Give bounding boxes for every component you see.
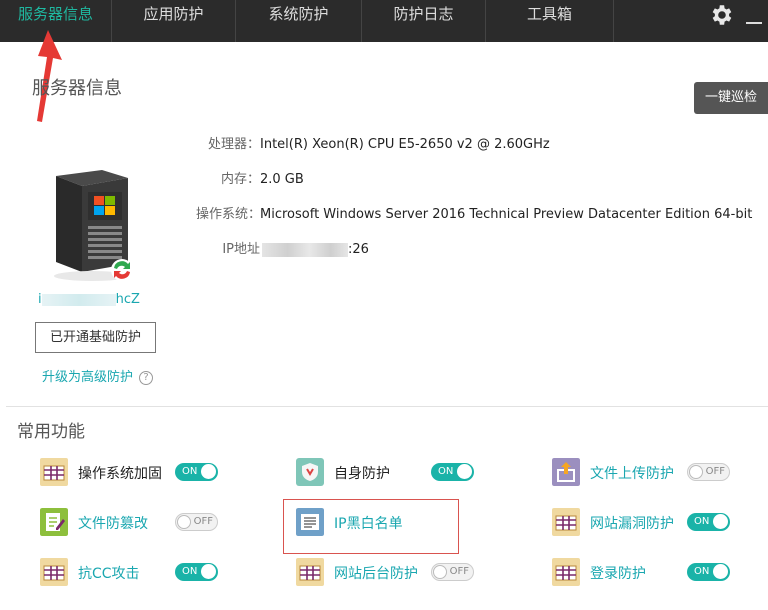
feature-label: 文件防篡改 bbox=[78, 516, 148, 532]
tab-system-protection[interactable]: 系统防护 bbox=[236, 0, 362, 42]
tab-protection-log[interactable]: 防护日志 bbox=[362, 0, 486, 42]
os-row: 操作系统：Microsoft Windows Server 2016 Techn… bbox=[196, 203, 752, 222]
feature-label: 自身防护 bbox=[334, 466, 390, 482]
feature-anti-cc: 抗CC攻击 ON bbox=[40, 558, 230, 588]
one-click-patrol-button[interactable]: 一键巡检 bbox=[694, 82, 768, 114]
feature-file-upload-protection: 文件上传防护 OFF bbox=[552, 458, 742, 488]
ip-label: IP地址 bbox=[222, 242, 260, 257]
login-protection-toggle[interactable]: ON bbox=[687, 563, 730, 581]
cpu-row: 处理器：Intel(R) Xeon(R) CPU E5-2650 v2 @ 2.… bbox=[200, 133, 550, 152]
help-icon[interactable]: ? bbox=[139, 370, 154, 385]
feature-label: 登录防护 bbox=[590, 566, 646, 582]
anti-cc-toggle[interactable]: ON bbox=[175, 563, 218, 581]
host-redacted bbox=[41, 293, 116, 306]
memory-value: 2.0 GB bbox=[260, 172, 304, 187]
cpu-label: 处理器： bbox=[207, 137, 260, 152]
firewall-icon bbox=[552, 508, 580, 536]
memory-row: 内存：2.0 GB bbox=[200, 168, 304, 187]
os-hardening-toggle[interactable]: ON bbox=[175, 463, 218, 481]
shield-grid-icon bbox=[40, 458, 68, 486]
file-edit-icon bbox=[40, 508, 68, 536]
self-protect-icon bbox=[296, 458, 324, 486]
firewall-icon bbox=[552, 558, 580, 586]
cpu-value: Intel(R) Xeon(R) CPU E5-2650 v2 @ 2.60GH… bbox=[260, 137, 550, 152]
self-protection-toggle[interactable]: ON bbox=[431, 463, 474, 481]
server-icon bbox=[54, 170, 133, 281]
website-admin-toggle[interactable]: OFF bbox=[431, 563, 474, 581]
upgrade-link-row: 升级为高级防护? bbox=[42, 366, 154, 385]
os-value: Microsoft Windows Server 2016 Technical … bbox=[260, 207, 753, 222]
feature-website-vuln-protection: 网站漏洞防护 ON bbox=[552, 508, 742, 538]
file-upload-toggle[interactable]: OFF bbox=[687, 463, 730, 481]
feature-label: 网站后台防护 bbox=[334, 566, 418, 582]
feature-label: 操作系统加固 bbox=[78, 466, 162, 482]
feature-login-protection: 登录防护 ON bbox=[552, 558, 742, 588]
feature-os-hardening: 操作系统加固 ON bbox=[40, 458, 230, 488]
feature-label: 抗CC攻击 bbox=[78, 566, 140, 582]
feature-label: 网站漏洞防护 bbox=[590, 516, 674, 532]
memory-label: 内存： bbox=[220, 172, 260, 187]
os-label: 操作系统： bbox=[196, 207, 262, 222]
basic-protection-button[interactable]: 已开通基础防护 bbox=[35, 322, 156, 353]
upload-icon bbox=[552, 458, 580, 486]
ip-row: IP地址 :26 bbox=[200, 238, 369, 257]
highlight-box bbox=[283, 499, 459, 554]
firewall-icon bbox=[296, 558, 324, 586]
upgrade-link[interactable]: 升级为高级防护 bbox=[42, 370, 133, 385]
feature-file-tamper-protection: 文件防篡改 OFF bbox=[40, 508, 230, 538]
ip-value: :26 bbox=[348, 242, 369, 257]
feature-label: 文件上传防护 bbox=[590, 466, 674, 482]
host-suffix: hcZ bbox=[115, 292, 140, 307]
top-nav: 服务器信息 应用防护 系统防护 防护日志 工具箱 bbox=[0, 0, 768, 42]
tab-toolbox[interactable]: 工具箱 bbox=[486, 0, 614, 42]
minimize-button[interactable] bbox=[746, 10, 762, 24]
common-functions-title: 常用功能 bbox=[17, 422, 85, 442]
host-name: i hcZ bbox=[38, 292, 158, 307]
gear-icon[interactable] bbox=[708, 2, 734, 28]
feature-website-admin-protection: 网站后台防护 OFF bbox=[296, 558, 486, 588]
section-title: 服务器信息 bbox=[32, 78, 122, 99]
firewall-icon bbox=[40, 558, 68, 586]
website-vuln-toggle[interactable]: ON bbox=[687, 513, 730, 531]
divider bbox=[6, 406, 768, 407]
ip-redacted bbox=[262, 242, 348, 257]
tab-app-protection[interactable]: 应用防护 bbox=[112, 0, 236, 42]
feature-self-protection: 自身防护 ON bbox=[296, 458, 486, 488]
file-tamper-toggle[interactable]: OFF bbox=[175, 513, 218, 531]
